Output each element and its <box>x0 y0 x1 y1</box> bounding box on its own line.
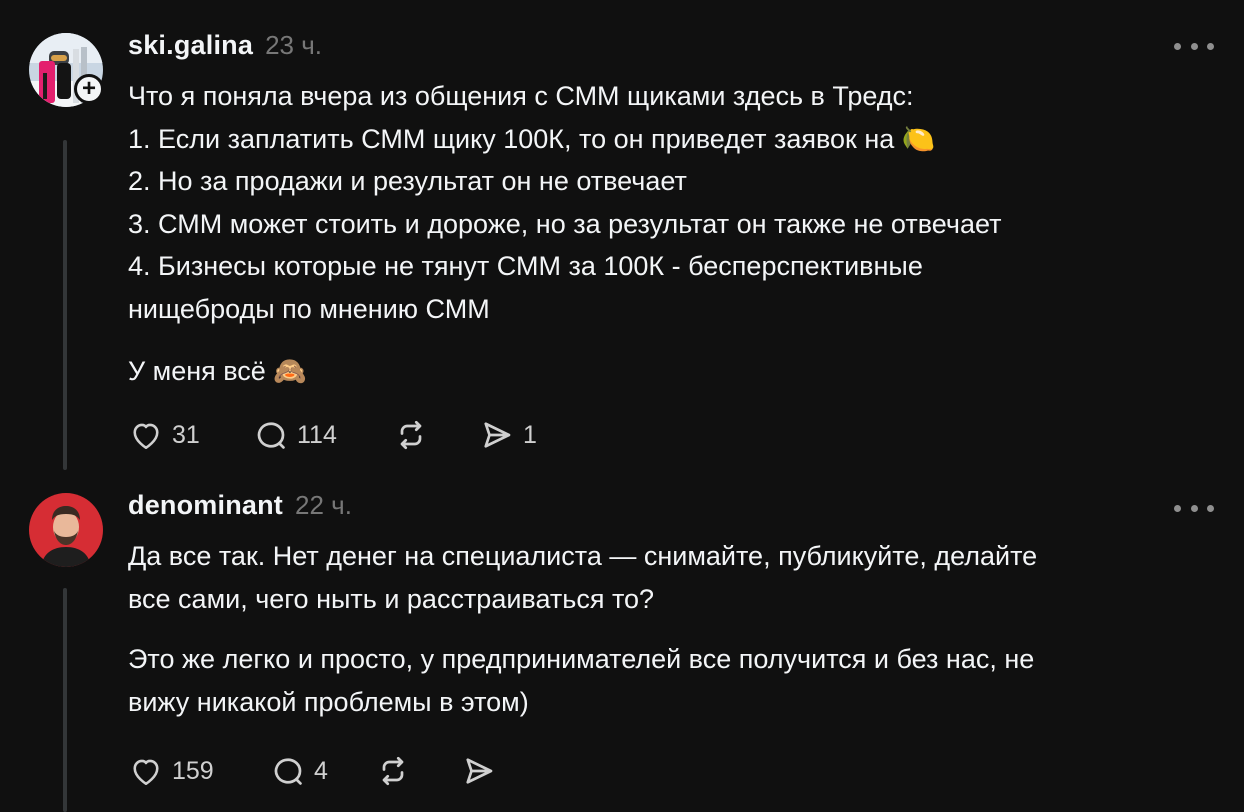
share-count: 1 <box>523 420 537 449</box>
share-button[interactable] <box>461 751 497 791</box>
follow-button[interactable]: + <box>74 74 104 104</box>
post-paragraph: Это же легко и просто, у предпринимателе… <box>128 644 1035 717</box>
repost-button[interactable] <box>375 751 461 791</box>
dot-icon <box>1190 42 1198 50</box>
post-header: ski.galina 23 ч. <box>128 30 322 60</box>
dot-icon <box>1174 504 1181 512</box>
post-actions: 31 114 1 <box>128 415 537 455</box>
post-actions: 159 4 <box>128 751 497 791</box>
comment-icon <box>274 758 302 785</box>
man-portrait-avatar-photo-icon <box>29 493 103 567</box>
dot-icon <box>1207 504 1214 512</box>
username[interactable]: denominant <box>128 490 283 521</box>
repost-icon <box>400 420 422 450</box>
heart-icon <box>133 423 159 450</box>
like-button[interactable]: 31 <box>128 415 253 455</box>
reply-count: 114 <box>297 420 337 449</box>
post-text: Да все так. Нет денег на специалиста — с… <box>128 535 1208 723</box>
dot-icon <box>1174 42 1181 50</box>
send-icon <box>466 758 493 784</box>
more-options-button[interactable] <box>1174 498 1214 518</box>
comment-icon <box>257 422 285 449</box>
post-header: denominant 22 ч. <box>128 490 352 520</box>
dot-icon <box>1207 42 1214 50</box>
threads-feed: + ski.galina 23 ч. Что я поняла вчера из… <box>0 0 1244 812</box>
reply-button[interactable]: 4 <box>270 751 375 791</box>
like-count: 159 <box>172 756 214 785</box>
timestamp[interactable]: 23 ч. <box>265 30 322 61</box>
share-button[interactable]: 1 <box>479 415 537 455</box>
like-button[interactable]: 159 <box>128 751 270 791</box>
post-text: Что я поняла вчера из общения с СММ щика… <box>128 75 1208 393</box>
timestamp[interactable]: 22 ч. <box>295 490 352 521</box>
heart-icon <box>133 759 159 786</box>
more-options-button[interactable] <box>1174 36 1214 56</box>
reply-button[interactable]: 114 <box>253 415 393 455</box>
plus-icon: + <box>81 75 96 102</box>
avatar[interactable] <box>29 493 103 567</box>
username[interactable]: ski.galina <box>128 30 253 61</box>
repost-button[interactable] <box>393 415 479 455</box>
post-paragraph: Да все так. Нет денег на специалиста — с… <box>128 541 1038 614</box>
like-count: 31 <box>172 420 200 449</box>
post-paragraph: Что я поняла вчера из общения с СММ щика… <box>128 81 1002 324</box>
thread-line <box>63 588 67 812</box>
post-paragraph: У меня всё 🙈 <box>128 356 307 386</box>
reply-count: 4 <box>314 756 328 785</box>
thread-line <box>63 140 67 470</box>
dot-icon <box>1190 504 1198 512</box>
repost-icon <box>382 756 404 786</box>
send-icon <box>484 422 511 448</box>
